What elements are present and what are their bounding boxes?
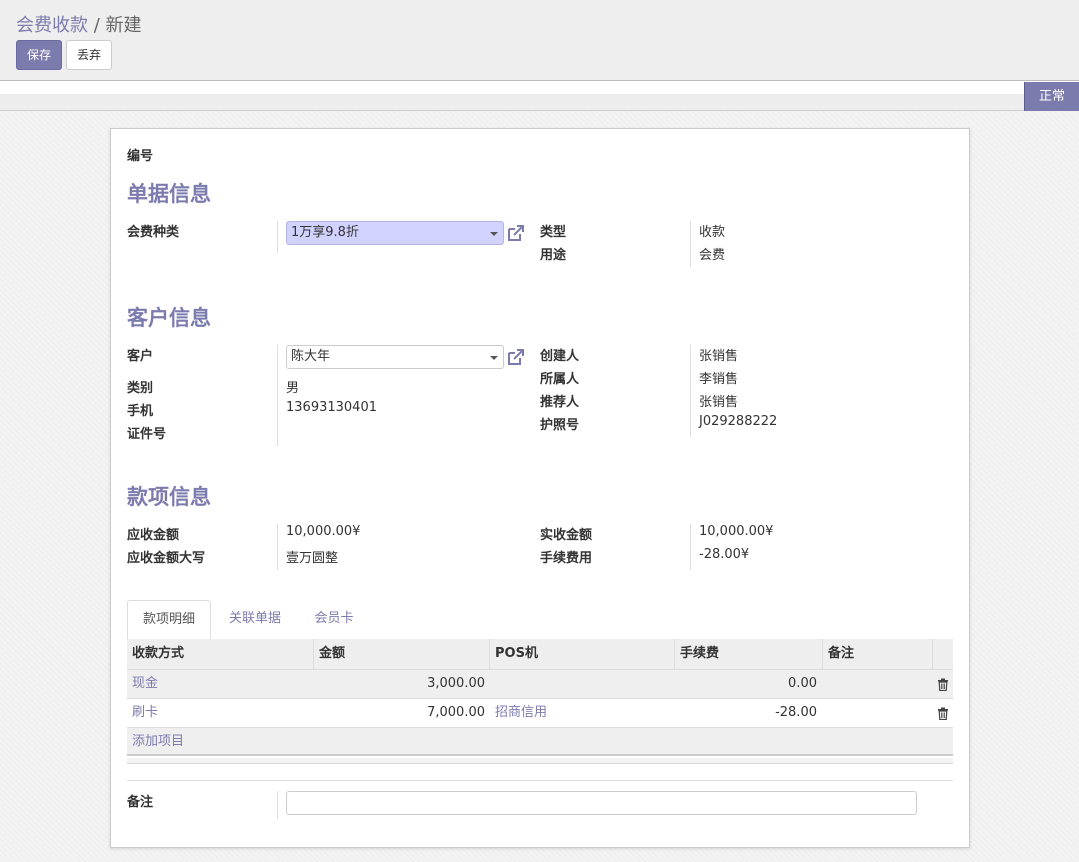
add-item-row: 添加项目 — [127, 727, 953, 756]
owner-value[interactable]: 李销售 — [699, 368, 738, 387]
creator-value[interactable]: 张销售 — [699, 345, 738, 364]
field-divider — [277, 345, 278, 446]
referrer-label: 推荐人 — [540, 395, 580, 410]
row-fee: -28.00 — [775, 705, 817, 720]
creator-label: 创建人 — [540, 349, 580, 364]
column-header-pos[interactable]: POS机 — [490, 639, 675, 669]
note-input[interactable] — [286, 791, 917, 815]
section-title-payment: 款项信息 — [127, 485, 211, 509]
received-value: 10,000.00¥ — [699, 524, 774, 539]
column-header-note[interactable]: 备注 — [823, 639, 933, 669]
row-method: 现金 — [132, 676, 159, 691]
passport-label: 护照号 — [540, 418, 580, 433]
discard-button[interactable]: 丢弃 — [66, 40, 112, 70]
row-amount: 3,000.00 — [427, 676, 485, 691]
control-panel: 会费收款 / 新建 保存 丢弃 — [0, 0, 1079, 80]
field-divider — [277, 524, 278, 570]
tab-payment-details[interactable]: 款项明细 — [127, 600, 211, 640]
fee-type-select[interactable]: 1万享9.8折 — [286, 221, 504, 245]
column-header-actions — [933, 639, 953, 669]
type-label: 类型 — [540, 225, 567, 240]
owner-label: 所属人 — [540, 372, 580, 387]
save-button[interactable]: 保存 — [16, 40, 62, 70]
row-amount: 7,000.00 — [427, 705, 485, 720]
add-item-link[interactable]: 添加项目 — [132, 728, 184, 756]
purpose-value: 会费 — [699, 248, 726, 263]
category-value[interactable]: 男 — [286, 377, 299, 396]
phone-value: 13693130401 — [286, 400, 377, 415]
table-row[interactable]: 现金 3,000.00 0.00 — [127, 669, 953, 698]
breadcrumb-parent[interactable]: 会费收款 — [16, 15, 88, 36]
purpose-label: 用途 — [540, 248, 567, 263]
customer-value: 陈大年 — [291, 349, 331, 364]
breadcrumb-separator: / — [93, 15, 100, 36]
type-value: 收款 — [699, 225, 726, 240]
phone-label: 手机 — [127, 404, 154, 419]
field-divider — [690, 221, 691, 267]
status-badge[interactable]: 正常 — [1024, 82, 1079, 111]
fee-label: 手续费用 — [540, 551, 593, 566]
fee-type-value: 1万享9.8折 — [291, 225, 359, 240]
fee-type-label: 会费种类 — [127, 225, 180, 240]
tab-member-card[interactable]: 会员卡 — [299, 600, 369, 640]
customer-label: 客户 — [127, 349, 154, 364]
column-header-method[interactable]: 收款方式 — [127, 639, 314, 669]
receivable-label: 应收金额 — [127, 528, 180, 543]
id-number-label: 证件号 — [127, 427, 167, 442]
passport-value: J029288222 — [699, 414, 778, 429]
external-link-icon[interactable] — [506, 347, 526, 367]
field-divider — [690, 524, 691, 570]
fee-value: -28.00¥ — [699, 547, 750, 562]
notebook-tabs: 款项明细 关联单据 会员卡 — [127, 600, 953, 640]
breadcrumb-current: 新建 — [105, 15, 142, 36]
caret-down-icon — [490, 356, 498, 360]
customer-select[interactable]: 陈大年 — [286, 345, 504, 369]
trash-icon[interactable] — [937, 678, 949, 691]
external-link-icon[interactable] — [506, 223, 526, 243]
status-bar-band — [0, 94, 1079, 110]
received-label: 实收金额 — [540, 528, 593, 543]
section-title-customer: 客户信息 — [127, 306, 211, 330]
field-divider — [277, 791, 278, 819]
section-title-bill: 单据信息 — [127, 182, 211, 206]
category-label: 类别 — [127, 381, 154, 396]
receivable-value: 10,000.00¥ — [286, 524, 361, 539]
note-label: 备注 — [127, 795, 154, 810]
referrer-value[interactable]: 张销售 — [699, 391, 738, 410]
row-fee: 0.00 — [788, 676, 817, 691]
receivable-upper-value: 壹万圆整 — [286, 551, 339, 566]
number-label: 编号 — [127, 149, 154, 164]
field-divider — [690, 345, 691, 437]
status-bar: 正常 — [0, 80, 1079, 111]
column-header-amount[interactable]: 金额 — [314, 639, 490, 669]
table-footer — [127, 758, 953, 764]
receivable-upper-label: 应收金额大写 — [127, 551, 206, 566]
separator — [127, 780, 953, 781]
table-row[interactable]: 刷卡 7,000.00 招商信用 -28.00 — [127, 698, 953, 727]
breadcrumb: 会费收款 / 新建 — [16, 11, 142, 37]
row-pos: 招商信用 — [495, 705, 548, 720]
field-divider — [277, 221, 278, 253]
tab-related-documents[interactable]: 关联单据 — [215, 600, 295, 640]
row-method: 刷卡 — [132, 705, 159, 720]
column-header-fee[interactable]: 手续费 — [675, 639, 823, 669]
trash-icon[interactable] — [937, 707, 949, 720]
caret-down-icon — [490, 232, 498, 236]
